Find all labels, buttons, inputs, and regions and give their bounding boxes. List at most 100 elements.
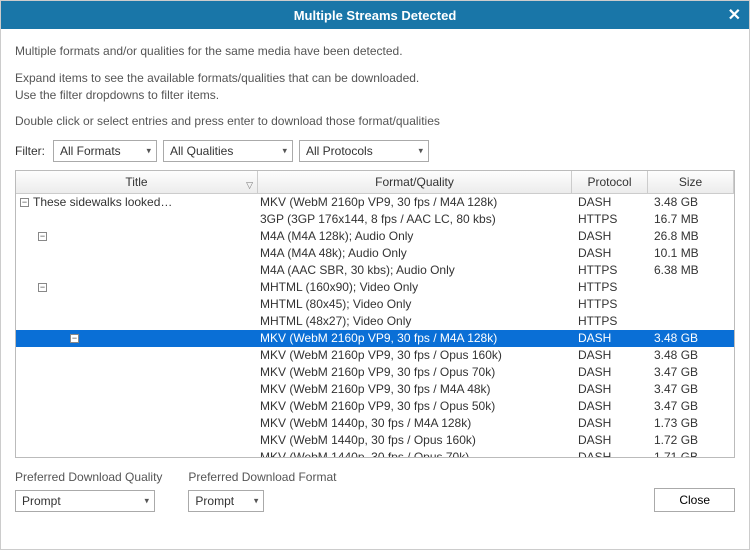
filter-formats-value: All Formats	[60, 144, 121, 158]
cell-protocol: DASH	[572, 347, 648, 364]
filter-glyph-icon: ▽	[246, 180, 253, 191]
chevron-down-icon: ▾	[144, 496, 149, 507]
cell-protocol: DASH	[572, 381, 648, 398]
table-row[interactable]: MKV (WebM 2160p VP9, 30 fps / M4A 48k)DA…	[16, 381, 734, 398]
titlebar: Multiple Streams Detected ✕	[1, 1, 749, 29]
cell-size	[648, 313, 734, 330]
cell-size	[648, 279, 734, 296]
cell-protocol: HTTPS	[572, 211, 648, 228]
collapse-toggle-icon[interactable]: −	[38, 283, 47, 292]
cell-title	[16, 449, 258, 458]
close-icon[interactable]: ✕	[728, 5, 741, 25]
filter-protocols-select[interactable]: All Protocols ▾	[299, 140, 429, 162]
preferred-format-select[interactable]: Prompt ▾	[188, 490, 264, 512]
cell-title	[16, 381, 258, 398]
info-line-2: Expand items to see the available format…	[15, 71, 419, 85]
table-row[interactable]: −MHTML (160x90); Video OnlyHTTPS	[16, 279, 734, 296]
cell-format-quality: M4A (M4A 48k); Audio Only	[258, 245, 572, 262]
collapse-toggle-icon[interactable]: −	[20, 198, 29, 207]
column-header-size[interactable]: Size	[648, 171, 734, 193]
streams-table[interactable]: Title ▽ Format/Quality Protocol Size −Th…	[15, 170, 735, 458]
table-row[interactable]: − M4A (M4A 128k); Audio OnlyDASH26.8 MB	[16, 228, 734, 245]
cell-size: 1.73 GB	[648, 415, 734, 432]
cell-size: 1.71 GB	[648, 449, 734, 458]
table-row[interactable]: MKV (WebM 1440p, 30 fps / Opus 160k)DASH…	[16, 432, 734, 449]
cell-size: 3.48 GB	[648, 347, 734, 364]
cell-size: 6.38 MB	[648, 262, 734, 279]
table-body: −These sidewalks looked…MKV (WebM 2160p …	[16, 194, 734, 458]
cell-size: 26.8 MB	[648, 228, 734, 245]
info-line-1: Multiple formats and/or qualities for th…	[15, 43, 735, 60]
cell-protocol: DASH	[572, 228, 648, 245]
table-row[interactable]: −These sidewalks looked… MKV (WebM 2160p …	[16, 194, 734, 211]
cell-protocol: DASH	[572, 398, 648, 415]
preferred-quality-label: Preferred Download Quality	[15, 470, 162, 484]
footer: Preferred Download Quality Prompt ▾ Pref…	[1, 458, 749, 524]
column-header-title[interactable]: Title ▽	[16, 171, 258, 193]
table-row[interactable]: 3GP (3GP 176x144, 8 fps / AAC LC, 80 kbs…	[16, 211, 734, 228]
filter-formats-select[interactable]: All Formats ▾	[53, 140, 157, 162]
preferred-format-block: Preferred Download Format Prompt ▾	[188, 470, 336, 512]
cell-protocol: HTTPS	[572, 296, 648, 313]
preferred-quality-select[interactable]: Prompt ▾	[15, 490, 155, 512]
filter-qualities-value: All Qualities	[170, 144, 233, 158]
cell-format-quality: MKV (WebM 2160p VP9, 30 fps / M4A 48k)	[258, 381, 572, 398]
table-row[interactable]: MHTML (80x45); Video OnlyHTTPS	[16, 296, 734, 313]
cell-format-quality: MHTML (48x27); Video Only	[258, 313, 572, 330]
chevron-down-icon: ▾	[418, 146, 423, 157]
cell-format-quality: M4A (M4A 128k); Audio Only	[258, 228, 572, 245]
cell-title	[16, 432, 258, 449]
table-row[interactable]: MKV (WebM 2160p VP9, 30 fps / Opus 70k)D…	[16, 364, 734, 381]
cell-format-quality: MKV (WebM 1440p, 30 fps / Opus 70k)	[258, 449, 572, 458]
cell-format-quality: MKV (WebM 1440p, 30 fps / M4A 128k)	[258, 415, 572, 432]
chevron-down-icon: ▾	[254, 496, 259, 507]
cell-size: 3.47 GB	[648, 398, 734, 415]
column-header-protocol[interactable]: Protocol	[572, 171, 648, 193]
cell-size	[648, 296, 734, 313]
cell-protocol: DASH	[572, 432, 648, 449]
preferred-quality-value: Prompt	[22, 494, 61, 508]
cell-size: 10.1 MB	[648, 245, 734, 262]
cell-title: −	[16, 228, 258, 245]
column-header-format-quality[interactable]: Format/Quality	[258, 171, 572, 193]
cell-protocol: DASH	[572, 245, 648, 262]
chevron-down-icon: ▾	[146, 146, 151, 157]
cell-protocol: HTTPS	[572, 262, 648, 279]
cell-protocol: DASH	[572, 364, 648, 381]
cell-format-quality: MKV (WebM 2160p VP9, 30 fps / M4A 128k)	[258, 194, 572, 211]
collapse-toggle-icon[interactable]: −	[70, 334, 79, 343]
close-button[interactable]: Close	[654, 488, 735, 512]
cell-format-quality: MKV (WebM 2160p VP9, 30 fps / Opus 50k)	[258, 398, 572, 415]
filter-protocols-value: All Protocols	[306, 144, 373, 158]
table-row[interactable]: MHTML (48x27); Video OnlyHTTPS	[16, 313, 734, 330]
info-line-4: Double click or select entries and press…	[15, 113, 735, 130]
table-row[interactable]: MKV (WebM 2160p VP9, 30 fps / Opus 160k)…	[16, 347, 734, 364]
cell-protocol: DASH	[572, 415, 648, 432]
cell-title	[16, 364, 258, 381]
cell-size: 3.47 GB	[648, 364, 734, 381]
cell-title	[16, 398, 258, 415]
filter-qualities-select[interactable]: All Qualities ▾	[163, 140, 293, 162]
table-row[interactable]: MKV (WebM 1440p, 30 fps / M4A 128k)DASH1…	[16, 415, 734, 432]
cell-title: −	[16, 330, 258, 347]
table-row[interactable]: M4A (M4A 48k); Audio OnlyDASH10.1 MB	[16, 245, 734, 262]
table-row[interactable]: − MKV (WebM 2160p VP9, 30 fps / M4A 128k)…	[16, 330, 734, 347]
cell-size: 3.48 GB	[648, 194, 734, 211]
cell-title	[16, 245, 258, 262]
table-row[interactable]: MKV (WebM 2160p VP9, 30 fps / Opus 50k)D…	[16, 398, 734, 415]
cell-title: −	[16, 279, 258, 296]
cell-format-quality: MKV (WebM 1440p, 30 fps / Opus 160k)	[258, 432, 572, 449]
cell-protocol: DASH	[572, 330, 648, 347]
row-title-text: These sidewalks looked…	[33, 194, 172, 211]
cell-protocol: DASH	[572, 449, 648, 458]
collapse-toggle-icon[interactable]: −	[38, 232, 47, 241]
table-row[interactable]: M4A (AAC SBR, 30 kbs); Audio OnlyHTTPS6.…	[16, 262, 734, 279]
cell-format-quality: MHTML (160x90); Video Only	[258, 279, 572, 296]
table-row[interactable]: MKV (WebM 1440p, 30 fps / Opus 70k)DASH1…	[16, 449, 734, 458]
filter-label: Filter:	[15, 144, 45, 158]
cell-title	[16, 313, 258, 330]
window-title: Multiple Streams Detected	[294, 8, 457, 23]
cell-size: 3.47 GB	[648, 381, 734, 398]
cell-format-quality: MKV (WebM 2160p VP9, 30 fps / M4A 128k)	[258, 330, 572, 347]
cell-format-quality: M4A (AAC SBR, 30 kbs); Audio Only	[258, 262, 572, 279]
